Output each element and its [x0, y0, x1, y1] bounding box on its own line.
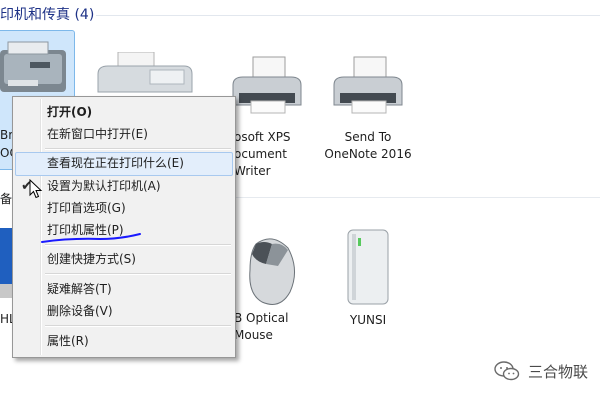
menu-item-label: 设置为默认打印机(A)	[47, 179, 161, 193]
section-divider	[96, 15, 600, 16]
device-label: osoft XPS ocument Writer	[234, 130, 291, 178]
fax-icon[interactable]	[88, 51, 198, 98]
menu-item-troubleshoot[interactable]: 疑难解答(T)	[15, 278, 233, 300]
underline-annotation	[41, 233, 141, 243]
menu-item-open-new-window[interactable]: 在新窗口中打开(E)	[15, 123, 233, 145]
wechat-icon	[494, 361, 520, 381]
device-optical-mouse[interactable]: B Optical Mouse	[232, 234, 312, 344]
drive-icon	[347, 229, 389, 305]
mouse-cursor-icon	[29, 179, 43, 199]
device-label: Send To OneNote 2016	[324, 130, 412, 161]
printer-icon-selected[interactable]	[0, 40, 70, 100]
menu-item-set-default-printer[interactable]: ✔ 设置为默认打印机(A)	[15, 175, 233, 197]
menu-separator	[45, 273, 231, 275]
printer-icon	[333, 56, 403, 114]
device-label: B Optical Mouse	[234, 311, 289, 342]
device-yunsi[interactable]: YUNSI	[330, 228, 406, 329]
menu-separator	[45, 148, 231, 150]
device-send-to-onenote[interactable]: Send To OneNote 2016	[318, 55, 418, 163]
menu-item-printing-preferences[interactable]: 打印首选项(G)	[15, 197, 233, 219]
watermark: 三合物联	[494, 360, 588, 382]
device-label: YUNSI	[349, 313, 387, 327]
context-menu: 打开(O) 在新窗口中打开(E) 查看现在正在打印什么(E) ✔ 设置为默认打印…	[12, 96, 236, 358]
menu-item-remove-device[interactable]: 删除设备(V)	[15, 300, 233, 322]
menu-item-create-shortcut[interactable]: 创建快捷方式(S)	[15, 248, 233, 270]
section-header: 印机和传真 (4)	[0, 7, 95, 23]
menu-item-see-whats-printing[interactable]: 查看现在正在打印什么(E)	[15, 152, 233, 176]
menu-item-open[interactable]: 打开(O)	[15, 101, 233, 123]
menu-separator	[45, 325, 231, 327]
partial-label-3: 备	[0, 192, 13, 206]
watermark-text: 三合物联	[527, 362, 588, 381]
printer-icon	[232, 56, 302, 114]
mouse-icon	[249, 238, 295, 305]
menu-item-properties[interactable]: 属性(R)	[15, 330, 233, 352]
